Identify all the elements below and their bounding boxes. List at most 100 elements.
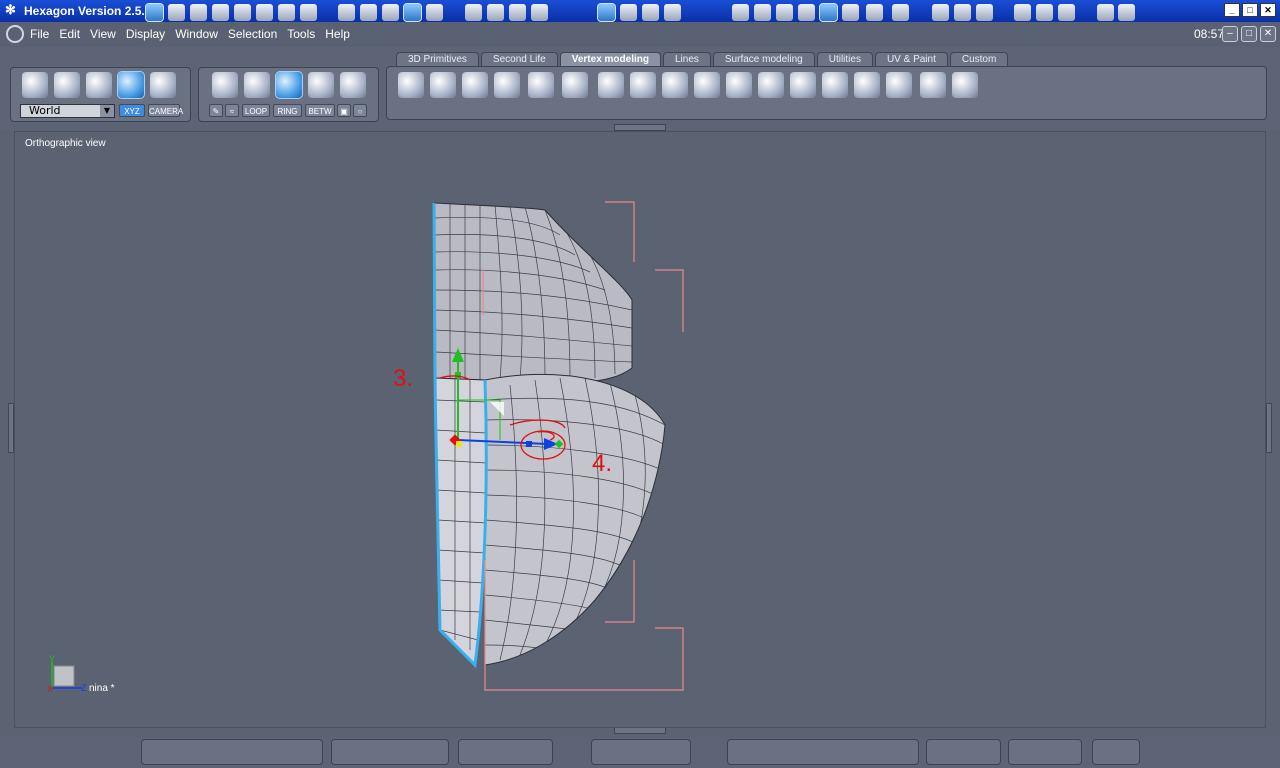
camera-icon[interactable] bbox=[1118, 4, 1135, 21]
three-view-left-icon[interactable] bbox=[190, 4, 207, 21]
snap-down-icon[interactable] bbox=[664, 4, 681, 21]
select-faces-icon[interactable] bbox=[275, 71, 303, 99]
tab-utilities[interactable]: Utilities bbox=[816, 52, 873, 67]
bevel-icon[interactable] bbox=[462, 72, 488, 98]
light-three-icon[interactable] bbox=[976, 4, 993, 21]
menu-display[interactable]: Display bbox=[126, 27, 165, 41]
menu-view[interactable]: View bbox=[90, 27, 116, 41]
grow-selection-icon[interactable]: ▣ bbox=[337, 104, 351, 117]
snap-tools-icon[interactable] bbox=[620, 4, 637, 21]
left-panel-handle[interactable] bbox=[8, 403, 14, 453]
extrude-icon[interactable] bbox=[398, 72, 424, 98]
shrink-selection-icon[interactable]: ○ bbox=[353, 104, 367, 117]
select-edges-icon[interactable] bbox=[244, 72, 270, 98]
tab-vertex-modeling[interactable]: Vertex modeling bbox=[559, 52, 661, 67]
right-panel-handle[interactable] bbox=[1266, 403, 1272, 453]
snap-axis-icon[interactable] bbox=[642, 4, 659, 21]
bridge-icon[interactable] bbox=[694, 72, 720, 98]
material-shaded-icon[interactable] bbox=[866, 4, 883, 21]
smooth-wire-icon[interactable] bbox=[798, 4, 815, 21]
grid-toggle-icon[interactable] bbox=[403, 3, 422, 22]
extrude-along-icon[interactable] bbox=[726, 72, 752, 98]
inset-icon[interactable] bbox=[494, 72, 520, 98]
wireframe-hidden-icon[interactable] bbox=[754, 4, 771, 21]
tab-second-life[interactable]: Second Life bbox=[480, 52, 558, 67]
paint-grid-icon[interactable] bbox=[360, 4, 377, 21]
book-icon[interactable] bbox=[1058, 4, 1075, 21]
tab-lines[interactable]: Lines bbox=[662, 52, 711, 67]
mdi-restore-button[interactable]: □ bbox=[1241, 26, 1257, 42]
ring-button[interactable]: RING bbox=[273, 104, 302, 117]
smooth-wireframe-icon[interactable] bbox=[842, 4, 859, 21]
sweep-icon[interactable] bbox=[758, 72, 784, 98]
ghost-tool-icon[interactable] bbox=[150, 72, 176, 98]
menu-selection[interactable]: Selection bbox=[228, 27, 277, 41]
mdi-close-button[interactable]: ✕ bbox=[1260, 26, 1276, 42]
tab-3d-primitives[interactable]: 3D Primitives bbox=[396, 52, 479, 67]
minimize-button[interactable]: _ bbox=[1224, 3, 1240, 17]
coordinate-space-select[interactable]: World ▼ bbox=[20, 104, 115, 118]
slice-icon[interactable] bbox=[562, 72, 588, 98]
mirror-icon[interactable] bbox=[886, 72, 912, 98]
brush-select-icon[interactable]: ✎ bbox=[209, 104, 223, 117]
backface-icon[interactable] bbox=[1014, 4, 1031, 21]
three-view-top-icon[interactable] bbox=[212, 4, 229, 21]
universal-manipulator-icon[interactable] bbox=[117, 71, 145, 99]
chamfer-icon[interactable] bbox=[790, 72, 816, 98]
cut-icon[interactable] bbox=[630, 72, 656, 98]
mdi-minimize-button[interactable]: – bbox=[1222, 26, 1238, 42]
flat-shaded-icon[interactable] bbox=[776, 4, 793, 21]
wireframe-sphere-icon[interactable] bbox=[732, 4, 749, 21]
horizontal-split-icon[interactable] bbox=[278, 4, 295, 21]
camera-button[interactable]: CAMERA bbox=[148, 104, 183, 117]
light-one-icon[interactable] bbox=[932, 4, 949, 21]
orbit-eye-icon[interactable] bbox=[531, 4, 548, 21]
frame-all-icon[interactable] bbox=[465, 4, 482, 21]
smooth-icon[interactable] bbox=[598, 72, 624, 98]
snap-magnet-icon[interactable] bbox=[597, 3, 616, 22]
subdivide-add-icon[interactable] bbox=[920, 72, 946, 98]
menu-help[interactable]: Help bbox=[325, 27, 350, 41]
top-panel-collapse-handle[interactable] bbox=[614, 124, 666, 131]
render-preview-icon[interactable] bbox=[892, 4, 909, 21]
quad-view-icon[interactable] bbox=[168, 4, 185, 21]
weld-icon[interactable] bbox=[662, 72, 688, 98]
ground-shadow-icon[interactable] bbox=[1036, 4, 1053, 21]
3d-viewport[interactable] bbox=[14, 131, 1266, 728]
tab-surface-modeling[interactable]: Surface modeling bbox=[712, 52, 815, 67]
extrude-faces-icon[interactable] bbox=[430, 72, 456, 98]
menu-file[interactable]: File bbox=[30, 27, 49, 41]
symmetry-icon[interactable] bbox=[854, 72, 880, 98]
loop-button[interactable]: LOOP bbox=[242, 104, 270, 117]
grid-settings-icon[interactable] bbox=[338, 4, 355, 21]
three-view-bottom-icon[interactable] bbox=[234, 4, 251, 21]
tab-custom[interactable]: Custom bbox=[949, 52, 1009, 67]
select-all-icon[interactable] bbox=[340, 72, 366, 98]
lasso-tool-icon[interactable] bbox=[54, 72, 80, 98]
pan-icon[interactable] bbox=[487, 4, 504, 21]
select-objects-icon[interactable] bbox=[308, 72, 334, 98]
light-two-icon[interactable] bbox=[954, 4, 971, 21]
zoom-icon[interactable] bbox=[509, 4, 526, 21]
snap-grid-icon[interactable] bbox=[426, 4, 443, 21]
render-bomb-icon[interactable] bbox=[1097, 4, 1114, 21]
menu-edit[interactable]: Edit bbox=[59, 27, 80, 41]
menu-tools[interactable]: Tools bbox=[287, 27, 315, 41]
smooth-shaded-icon[interactable] bbox=[819, 3, 838, 22]
single-view-icon[interactable] bbox=[145, 3, 164, 22]
magic-select-icon[interactable]: ≈ bbox=[225, 104, 239, 117]
xyz-button[interactable]: XYZ bbox=[119, 104, 145, 117]
subdivide-remove-icon[interactable] bbox=[952, 72, 978, 98]
menu-window[interactable]: Window bbox=[175, 27, 218, 41]
paint-select-tool-icon[interactable] bbox=[86, 72, 112, 98]
tessellate-icon[interactable] bbox=[528, 72, 554, 98]
color-grid-icon[interactable] bbox=[382, 4, 399, 21]
bottom-panel-collapse-handle[interactable] bbox=[614, 727, 666, 734]
vertical-split-icon[interactable] bbox=[300, 4, 317, 21]
close-button[interactable]: ✕ bbox=[1260, 3, 1276, 17]
maximize-button[interactable]: □ bbox=[1242, 3, 1258, 17]
tab-uv-paint[interactable]: UV & Paint bbox=[874, 52, 948, 67]
delete-edges-icon[interactable] bbox=[822, 72, 848, 98]
between-button[interactable]: BETW bbox=[305, 104, 335, 117]
three-view-right-icon[interactable] bbox=[256, 4, 273, 21]
